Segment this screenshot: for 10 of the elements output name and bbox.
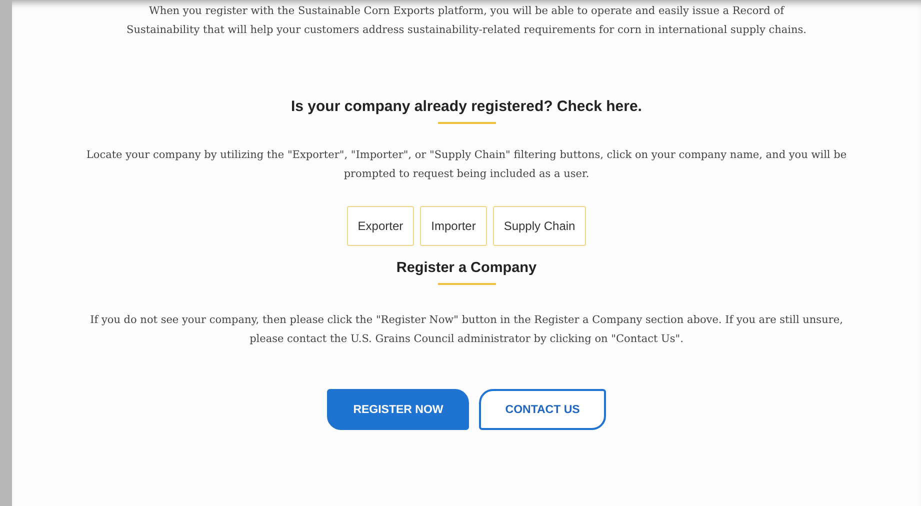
section-heading: Register a Company: [396, 260, 537, 276]
section-heading: Is your company already registered? Check here.: [291, 98, 642, 115]
instructions-paragraph: Locate your company by utilizing the "Exporter", "Importer", or "Supply Chain" filtering buttons, click on your company name, and you will be prompted to request being included as a user.: [85, 148, 848, 182]
filter-button[interactable]: Importer: [420, 206, 487, 246]
register-button[interactable]: REGISTER NOW: [327, 389, 470, 430]
filter-button[interactable]: Supply Chain: [492, 206, 586, 246]
help-paragraph: If you do not see your company, then please click the "Register Now" button in the Register a Company section above. If you are still unsure, please contact the U.S. Grains Council administrator by clicking on "Contact Us".: [89, 313, 844, 347]
contact-button[interactable]: CONTACT US: [479, 389, 606, 430]
filter-button[interactable]: Exporter: [346, 206, 414, 246]
intro-paragraph: When you register with the Sustainable Corn Exports platform, you will be able to operate and easily issue a Record of Sustainability that will help your customers address sustainability-related requirements for corn in international supply chains.: [126, 4, 808, 38]
